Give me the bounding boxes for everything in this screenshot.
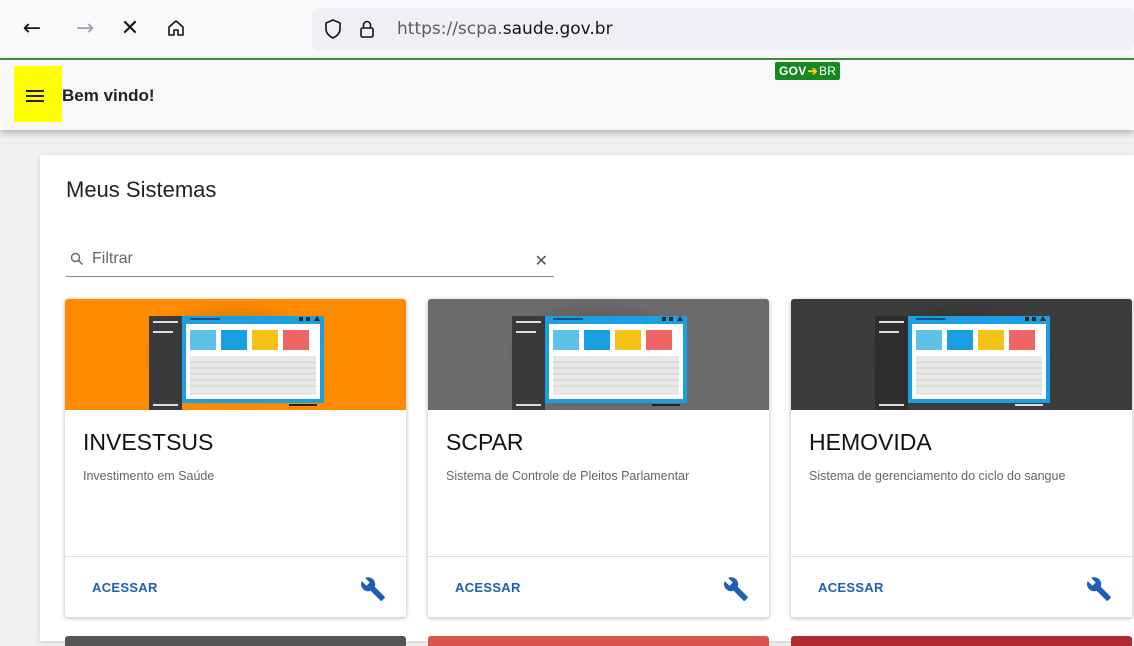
- hamburger-menu-icon[interactable]: [26, 90, 46, 104]
- wrench-icon[interactable]: [723, 576, 749, 602]
- app-header: Bem vindo! GOV ➔ BR: [0, 58, 1134, 130]
- page-title: Meus Sistemas: [66, 177, 217, 202]
- card-title: SCPAR: [446, 429, 524, 455]
- search-icon: [70, 252, 83, 265]
- card-banner: [791, 299, 1132, 410]
- system-card: SCPAR Sistema de Controle de Pleitos Par…: [428, 299, 769, 617]
- back-icon[interactable]: ←: [20, 16, 44, 41]
- card-divider: [428, 556, 769, 557]
- welcome-text: Bem vindo!: [62, 86, 155, 105]
- browser-toolbar: ← → ✕ https://scpa.saude.gov.br: [0, 0, 1134, 58]
- address-bar[interactable]: https://scpa.saude.gov.br: [312, 8, 1134, 50]
- system-card: HEMOVIDA Sistema de gerenciamento do cic…: [791, 299, 1132, 617]
- card-divider: [791, 556, 1132, 557]
- tracking-protection-icon[interactable]: [322, 18, 344, 40]
- next-card-banner: [428, 636, 769, 646]
- url-text[interactable]: https://scpa.saude.gov.br: [397, 19, 613, 39]
- card-description: Sistema de gerenciamento do ciclo do san…: [809, 469, 1066, 483]
- next-card-banner: [65, 636, 406, 646]
- system-card: INVESTSUS Investimento em Saúde ACESSAR: [65, 299, 406, 617]
- access-button[interactable]: ACESSAR: [455, 580, 521, 595]
- card-description: Investimento em Saúde: [83, 469, 215, 483]
- stop-loading-icon[interactable]: ✕: [118, 16, 142, 41]
- card-banner: [428, 299, 769, 410]
- access-button[interactable]: ACESSAR: [818, 580, 884, 595]
- screen-illustration-icon: [149, 316, 324, 410]
- wrench-icon[interactable]: [1086, 576, 1112, 602]
- filter-field: ✕: [66, 245, 554, 277]
- card-divider: [65, 556, 406, 557]
- home-icon[interactable]: [164, 16, 188, 40]
- filter-input[interactable]: [92, 247, 522, 271]
- access-button[interactable]: ACESSAR: [92, 580, 158, 595]
- gov-br-logo: GOV ➔ BR: [775, 62, 841, 80]
- url-host: saude.gov.br: [502, 19, 613, 39]
- card-description: Sistema de Controle de Pleitos Parlament…: [446, 469, 690, 483]
- clear-filter-icon[interactable]: ✕: [535, 251, 548, 270]
- wrench-icon[interactable]: [360, 576, 386, 602]
- url-prefix: https://scpa.: [397, 19, 503, 39]
- screen-illustration-icon: [875, 316, 1050, 410]
- card-banner: [65, 299, 406, 410]
- card-title: INVESTSUS: [83, 429, 214, 455]
- lock-icon[interactable]: [356, 18, 378, 40]
- forward-icon[interactable]: →: [73, 16, 97, 41]
- systems-panel: Meus Sistemas ✕: [40, 155, 1134, 646]
- screen-illustration-icon: [512, 316, 687, 410]
- next-card-banner: [791, 636, 1132, 646]
- card-title: HEMOVIDA: [809, 429, 932, 455]
